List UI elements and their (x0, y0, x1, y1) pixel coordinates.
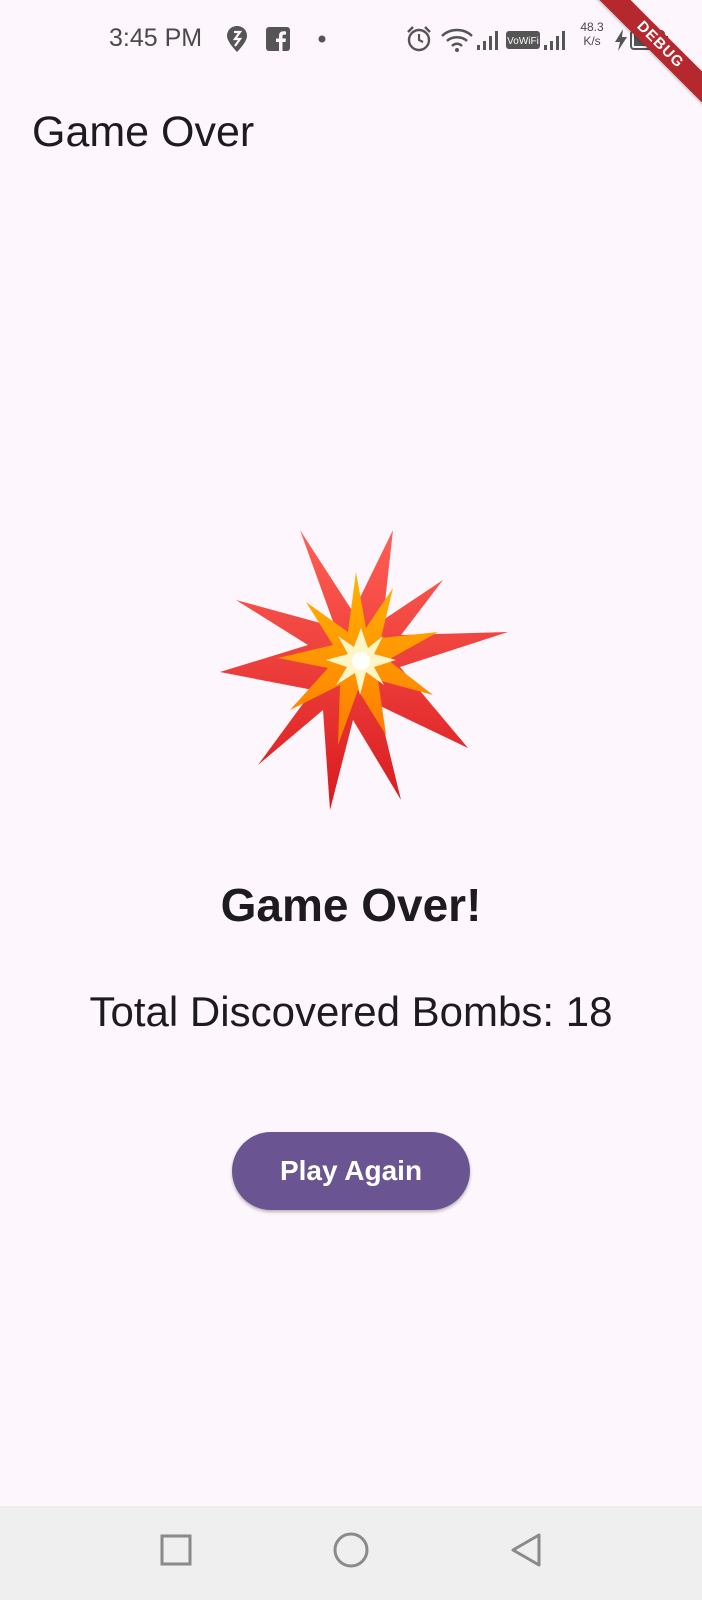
recents-square-icon[interactable] (146, 1520, 206, 1580)
explosion-icon (220, 530, 508, 810)
game-over-heading: Game Over! (220, 879, 482, 931)
app-bar-title: Game Over (32, 108, 255, 156)
play-again-button[interactable]: Play Again (232, 1132, 470, 1210)
net-speed-value: 48.3 (580, 20, 604, 34)
bombs-discovered-text: Total Discovered Bombs: 18 (0, 988, 702, 1036)
bombs-label: Total Discovered Bombs: (89, 988, 555, 1035)
swiggy-icon (227, 26, 247, 52)
wifi-icon (441, 28, 473, 52)
status-bar: 3:45 PM VoWiFi 48.3 K/s (0, 0, 702, 80)
facebook-icon (266, 27, 290, 51)
alarm-icon (407, 26, 431, 52)
net-speed-unit: K/s (583, 34, 601, 48)
bombs-count: 18 (565, 988, 613, 1035)
net-speed: 48.3 K/s (575, 20, 609, 48)
cell-signal-icon (477, 31, 498, 50)
vowifi-icon: VoWiFi (506, 31, 540, 49)
status-time: 3:45 PM (109, 24, 203, 52)
navigation-bar (0, 1506, 702, 1600)
vowifi-label: VoWiFi (507, 36, 539, 47)
cell-signal-icon (544, 31, 565, 50)
home-circle-icon[interactable] (321, 1520, 381, 1580)
notification-dot-icon (318, 35, 326, 43)
charging-icon (615, 29, 627, 51)
back-triangle-icon[interactable] (497, 1520, 557, 1580)
